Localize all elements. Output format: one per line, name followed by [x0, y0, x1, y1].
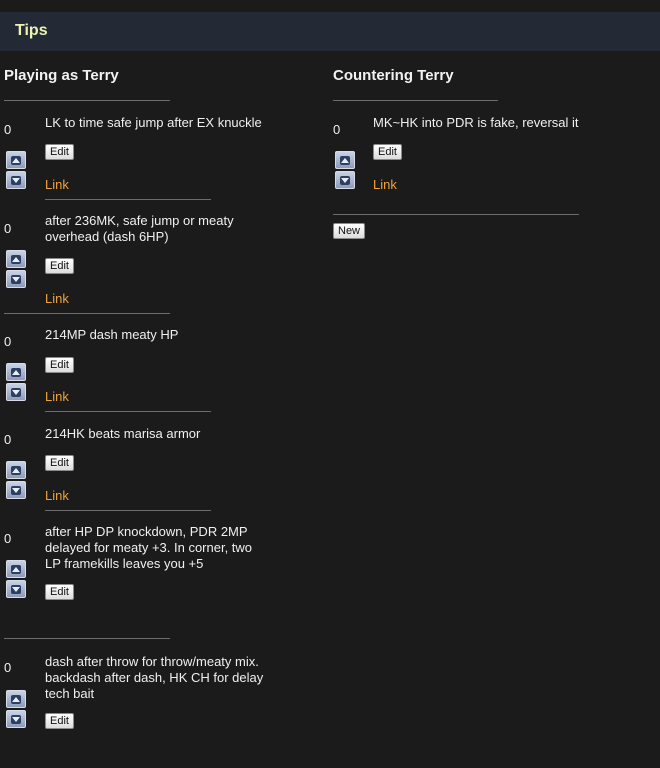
down-arrow-icon [11, 715, 21, 724]
new-tip-button[interactable]: New [333, 223, 366, 239]
tip-score: 0 [333, 122, 341, 137]
upvote-button[interactable] [6, 690, 26, 708]
upvote-button[interactable] [335, 151, 355, 169]
divider [4, 638, 170, 639]
downvote-button[interactable] [6, 270, 26, 288]
tip-score: 0 [4, 660, 12, 675]
edit-button[interactable]: Edit [45, 357, 74, 373]
upvote-button[interactable] [6, 461, 26, 479]
edit-button[interactable]: Edit [45, 713, 74, 729]
tip-text: dash after throw for throw/meaty mix. ba… [45, 654, 264, 701]
upvote-button[interactable] [6, 151, 26, 169]
playing-as-title: Playing as Terry [4, 67, 119, 84]
upvote-button[interactable] [6, 363, 26, 381]
down-arrow-icon [11, 388, 21, 397]
up-arrow-icon [340, 156, 350, 165]
edit-button[interactable]: Edit [45, 258, 74, 274]
up-arrow-icon [11, 695, 21, 704]
down-arrow-icon [11, 176, 21, 185]
up-arrow-icon [11, 565, 21, 574]
up-arrow-icon [11, 368, 21, 377]
down-arrow-icon [11, 275, 21, 284]
down-arrow-icon [11, 486, 21, 495]
divider [45, 510, 211, 511]
tip-text: 214HK beats marisa armor [45, 426, 201, 441]
upvote-button[interactable] [6, 560, 26, 578]
tip-score: 0 [4, 531, 12, 546]
downvote-button[interactable] [6, 580, 26, 598]
divider [4, 313, 170, 314]
downvote-button[interactable] [6, 171, 26, 189]
edit-button[interactable]: Edit [373, 144, 402, 160]
header-bar: Tips [0, 12, 660, 51]
tip-score: 0 [4, 221, 12, 236]
page-title: Tips [15, 22, 48, 39]
downvote-button[interactable] [6, 710, 26, 728]
tip-text: LK to time safe jump after EX knuckle [45, 115, 262, 130]
countering-title: Countering Terry [333, 67, 454, 84]
tip-link[interactable]: Link [45, 488, 69, 503]
divider [4, 100, 170, 101]
downvote-button[interactable] [6, 383, 26, 401]
tip-score: 0 [4, 334, 12, 349]
tip-text: after HP DP knockdown, PDR 2MP delayed f… [45, 524, 253, 571]
edit-button[interactable]: Edit [45, 144, 74, 160]
upvote-button[interactable] [6, 250, 26, 268]
edit-button[interactable]: Edit [45, 455, 74, 471]
tip-score: 0 [4, 432, 12, 447]
tip-link[interactable]: Link [45, 291, 69, 306]
downvote-button[interactable] [6, 481, 26, 499]
divider [45, 199, 211, 200]
tip-text: after 236MK, safe jump or meaty overhead… [45, 213, 234, 244]
up-arrow-icon [11, 466, 21, 475]
down-arrow-icon [340, 176, 350, 185]
downvote-button[interactable] [335, 171, 355, 189]
divider [333, 214, 579, 215]
tip-link[interactable]: Link [373, 177, 397, 192]
tip-text: MK~HK into PDR is fake, reversal it [373, 115, 579, 130]
up-arrow-icon [11, 255, 21, 264]
divider [333, 100, 498, 101]
tip-text: 214MP dash meaty HP [45, 327, 179, 342]
divider [45, 411, 211, 412]
tip-score: 0 [4, 122, 12, 137]
down-arrow-icon [11, 585, 21, 594]
tip-link[interactable]: Link [45, 177, 69, 192]
up-arrow-icon [11, 156, 21, 165]
edit-button[interactable]: Edit [45, 584, 74, 600]
tip-link[interactable]: Link [45, 389, 69, 404]
